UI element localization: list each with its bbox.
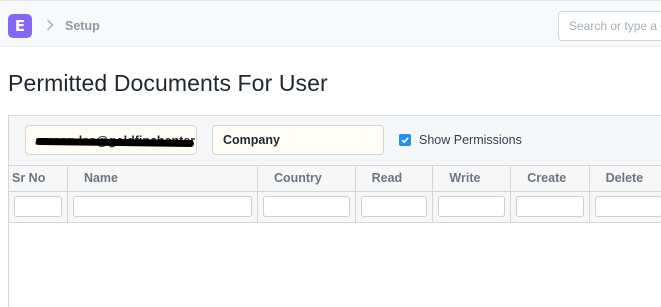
filter-cell [432, 191, 512, 223]
filter-input-create[interactable] [516, 196, 584, 217]
filter-row [9, 191, 661, 223]
page-title: Permitted Documents For User [8, 70, 328, 96]
filter-cell [589, 191, 661, 223]
navbar: E Setup [0, 0, 661, 47]
table-header-row: Sr No Name Country Read Write Create Del… [9, 166, 661, 192]
filter-cell [9, 191, 68, 223]
column-header-delete[interactable]: Delete [589, 166, 661, 192]
column-header-country[interactable]: Country [257, 166, 356, 192]
filter-input-write[interactable] [438, 196, 506, 217]
show-permissions-toggle[interactable]: Show Permissions [399, 133, 522, 147]
filter-input-country[interactable] [262, 196, 350, 217]
doctype-field[interactable] [212, 125, 384, 155]
filter-bar: amson.lee@goldfinchenterprise.com Show P… [9, 116, 661, 166]
chevron-right-icon [47, 19, 54, 31]
column-header-read[interactable]: Read [355, 166, 434, 192]
filter-cell [510, 191, 590, 223]
column-header-write[interactable]: Write [432, 166, 512, 192]
filter-cell [257, 191, 356, 223]
show-permissions-label: Show Permissions [419, 133, 522, 147]
app-logo[interactable]: E [8, 14, 32, 38]
filter-input-read[interactable] [360, 196, 428, 217]
check-icon [401, 137, 409, 144]
filter-cell [67, 191, 258, 223]
search-input[interactable] [558, 11, 661, 41]
filter-input-delete[interactable] [594, 196, 661, 217]
user-field[interactable]: amson.lee@goldfinchenterprise.com [25, 125, 197, 155]
filter-input-name[interactable] [72, 196, 252, 217]
show-permissions-checkbox[interactable] [399, 134, 411, 146]
column-header-create[interactable]: Create [510, 166, 590, 192]
filter-input-sr-no[interactable] [14, 196, 62, 217]
permissions-table: Sr No Name Country Read Write Create Del… [9, 166, 661, 223]
column-header-name[interactable]: Name [67, 166, 258, 192]
column-header-sr-no[interactable]: Sr No [9, 166, 68, 192]
report-panel: amson.lee@goldfinchenterprise.com Show P… [8, 115, 661, 307]
filter-cell [355, 191, 434, 223]
breadcrumb-setup[interactable]: Setup [65, 19, 100, 33]
